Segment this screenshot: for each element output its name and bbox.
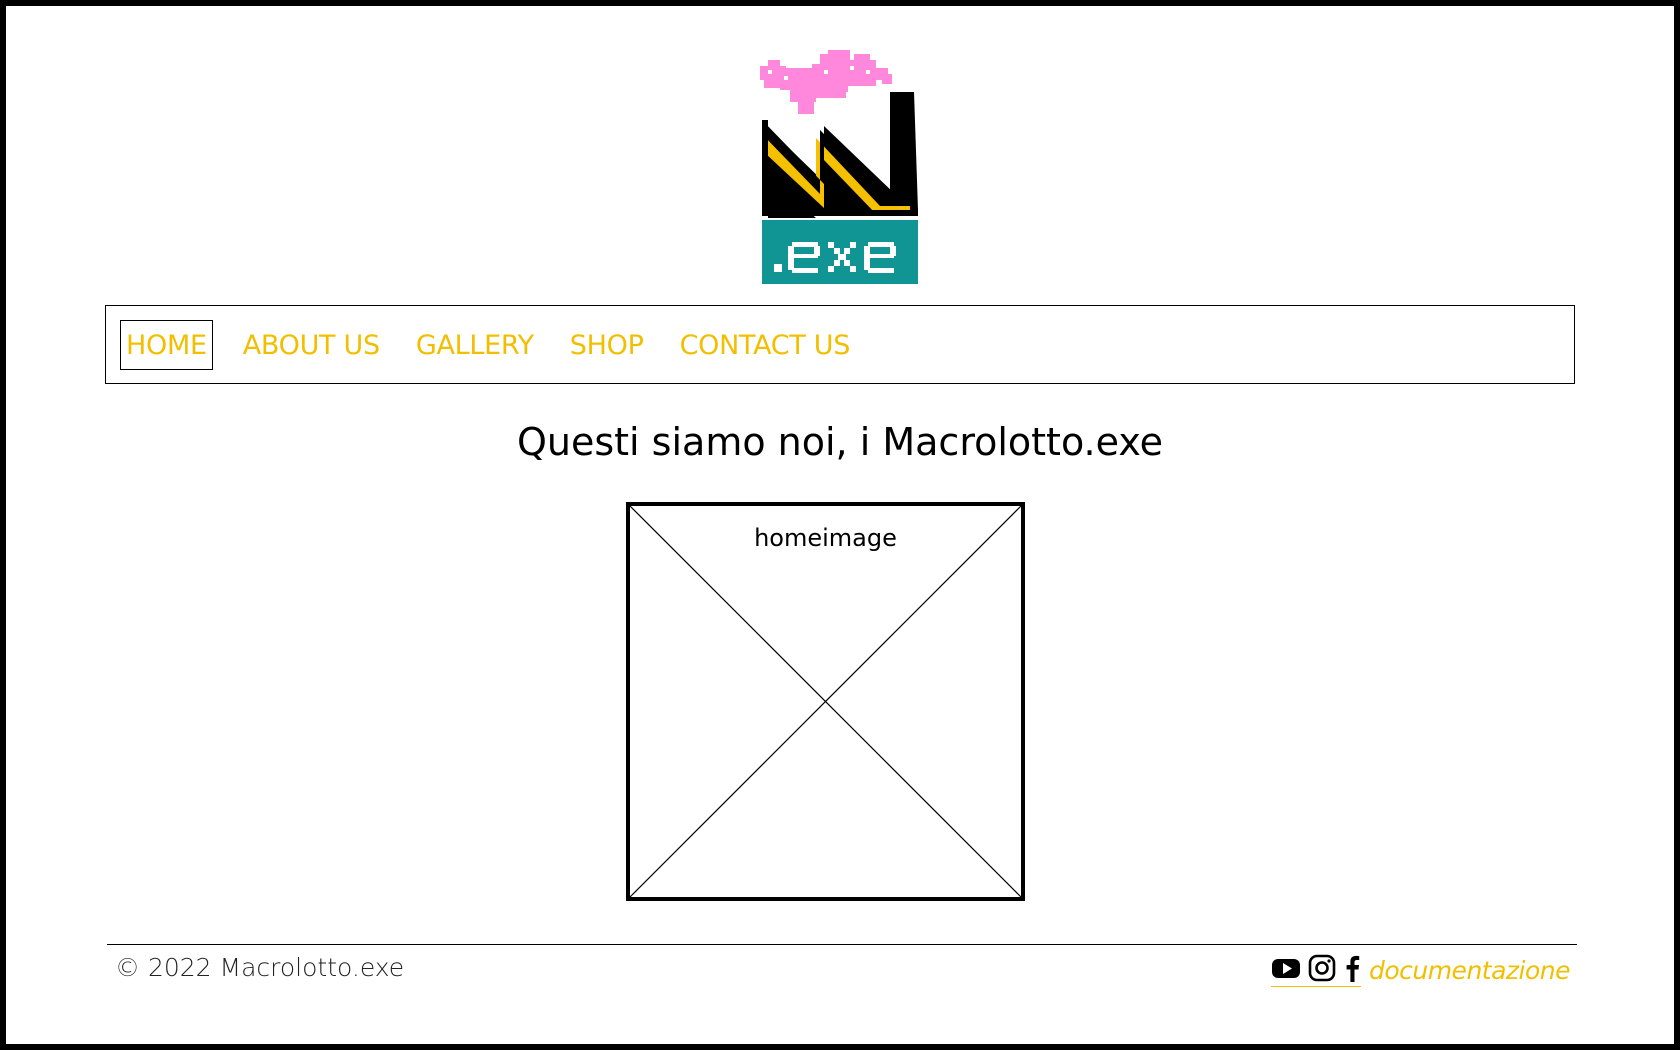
nav-item-about-us: ABOUT US bbox=[237, 320, 386, 370]
copyright-text: © 2022 Macrolotto.exe bbox=[115, 953, 405, 982]
page-title: Questi siamo noi, i Macrolotto.exe bbox=[516, 420, 1164, 464]
social-icons bbox=[1270, 953, 1361, 987]
nav-link-shop[interactable]: SHOP bbox=[564, 320, 650, 370]
nav-link-contact-us[interactable]: CONTACT US bbox=[674, 320, 857, 370]
nav-item-contact-us: CONTACT US bbox=[674, 320, 857, 370]
nav-item-gallery: GALLERY bbox=[410, 320, 540, 370]
nav-link-about-us[interactable]: ABOUT US bbox=[237, 320, 386, 370]
main-navigation: HOME ABOUT US GALLERY SHOP CONTACT US bbox=[105, 305, 1575, 384]
site-footer: © 2022 Macrolotto.exe documentazione bbox=[107, 944, 1577, 994]
image-placeholder-icon bbox=[626, 502, 1025, 901]
nav-item-home: HOME bbox=[120, 319, 213, 370]
youtube-icon[interactable] bbox=[1271, 953, 1301, 983]
nav-link-home[interactable]: HOME bbox=[120, 319, 213, 370]
nav-list: HOME ABOUT US GALLERY SHOP CONTACT US bbox=[106, 306, 1574, 383]
footer-links: documentazione bbox=[1270, 953, 1571, 987]
factory-logo-icon bbox=[760, 50, 918, 284]
documentation-link[interactable]: documentazione bbox=[1369, 956, 1571, 985]
nav-link-gallery[interactable]: GALLERY bbox=[410, 320, 540, 370]
instagram-icon[interactable] bbox=[1307, 953, 1337, 983]
image-placeholder-label: homeimage bbox=[754, 524, 897, 552]
site-logo[interactable] bbox=[758, 50, 922, 286]
nav-item-shop: SHOP bbox=[564, 320, 650, 370]
facebook-icon[interactable] bbox=[1343, 953, 1361, 983]
home-image-placeholder: homeimage bbox=[626, 502, 1025, 901]
